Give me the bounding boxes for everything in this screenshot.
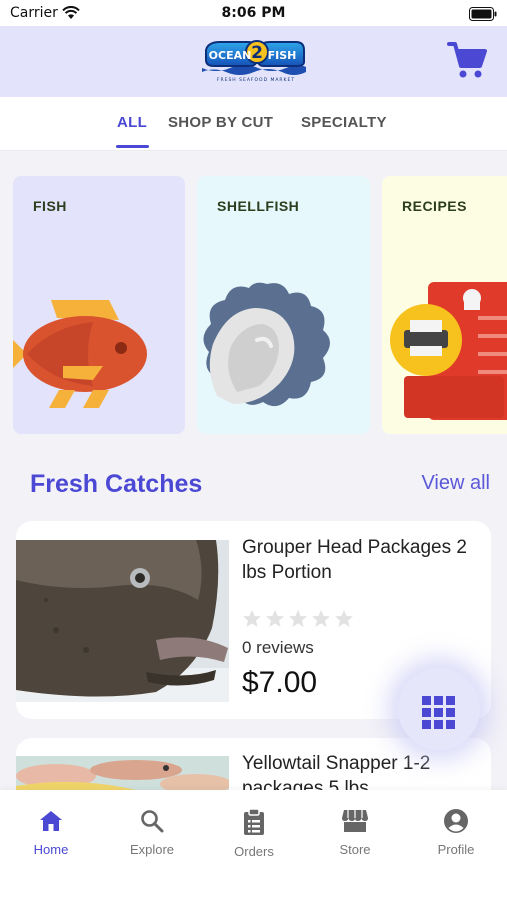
- clipboard-icon: [244, 808, 264, 835]
- status-bar: Carrier 8:06 PM: [0, 0, 507, 26]
- tab-specialty[interactable]: SPECIALTY: [301, 114, 387, 131]
- category-card-recipes[interactable]: RECIPES: [382, 176, 507, 434]
- star-icon: [243, 610, 261, 627]
- store-icon: [342, 810, 368, 832]
- grid-view-button[interactable]: [398, 668, 480, 750]
- nav-label-home: Home: [33, 842, 69, 857]
- star-icon: [289, 610, 307, 627]
- search-icon: [141, 810, 164, 833]
- product-name: Grouper Head Packages 2 lbs Portion: [242, 537, 467, 583]
- nav-label-store: Store: [339, 842, 371, 857]
- active-tab-indicator: [116, 145, 149, 148]
- bottom-navigation: Home Explore Orders Store Profile: [0, 790, 507, 900]
- nav-label-orders: Orders: [234, 844, 274, 859]
- oyster-icon: [203, 282, 330, 407]
- view-all-link[interactable]: View all: [421, 472, 490, 495]
- grid-icon: [422, 696, 455, 729]
- status-time: 8:06 PM: [221, 5, 286, 21]
- section-title: Fresh Catches: [30, 470, 203, 498]
- nav-explore[interactable]: Explore: [112, 808, 192, 857]
- category-card-fish[interactable]: FISH: [13, 176, 185, 434]
- battery-icon: [469, 6, 497, 25]
- star-icon: [312, 610, 330, 627]
- nav-orders[interactable]: Orders: [214, 808, 294, 859]
- nav-profile[interactable]: Profile: [416, 808, 496, 857]
- review-count: 0 reviews: [242, 638, 314, 657]
- home-icon: [40, 811, 62, 831]
- star-icon: [335, 610, 353, 627]
- category-label-recipes: RECIPES: [402, 198, 467, 214]
- svg-text:OCEAN: OCEAN: [209, 49, 252, 62]
- rating-stars: [242, 609, 354, 629]
- category-label-fish: FISH: [33, 198, 67, 214]
- product-image-grouper: [16, 540, 229, 702]
- brand-logo[interactable]: 2 OCEAN FISH FRESH SEAFOOD MARKET: [198, 34, 310, 84]
- product-price: $7.00: [242, 666, 318, 699]
- tab-all[interactable]: ALL: [117, 114, 147, 131]
- tab-shop-by-cut[interactable]: SHOP BY CUT: [168, 114, 273, 131]
- fish-icon: [13, 300, 147, 408]
- svg-text:2: 2: [251, 43, 263, 63]
- profile-icon: [444, 809, 468, 833]
- category-tabs: ALL SHOP BY CUT SPECIALTY: [0, 97, 507, 151]
- nav-label-explore: Explore: [129, 842, 175, 857]
- recipe-printer-icon: [390, 282, 507, 420]
- nav-label-profile: Profile: [437, 842, 475, 857]
- app-header: 2 OCEAN FISH FRESH SEAFOOD MARKET: [0, 26, 507, 97]
- star-icon: [266, 610, 284, 627]
- svg-text:FISH: FISH: [268, 49, 297, 62]
- category-card-shellfish[interactable]: SHELLFISH: [197, 176, 370, 434]
- svg-text:FRESH SEAFOOD MARKET: FRESH SEAFOOD MARKET: [217, 77, 295, 83]
- nav-home[interactable]: Home: [11, 808, 91, 857]
- category-label-shellfish: SHELLFISH: [217, 198, 300, 214]
- product-card[interactable]: Yellowtail Snapper 1-2 packages 5 lbs: [16, 738, 491, 798]
- nav-store[interactable]: Store: [315, 808, 395, 857]
- cart-icon[interactable]: [447, 40, 487, 80]
